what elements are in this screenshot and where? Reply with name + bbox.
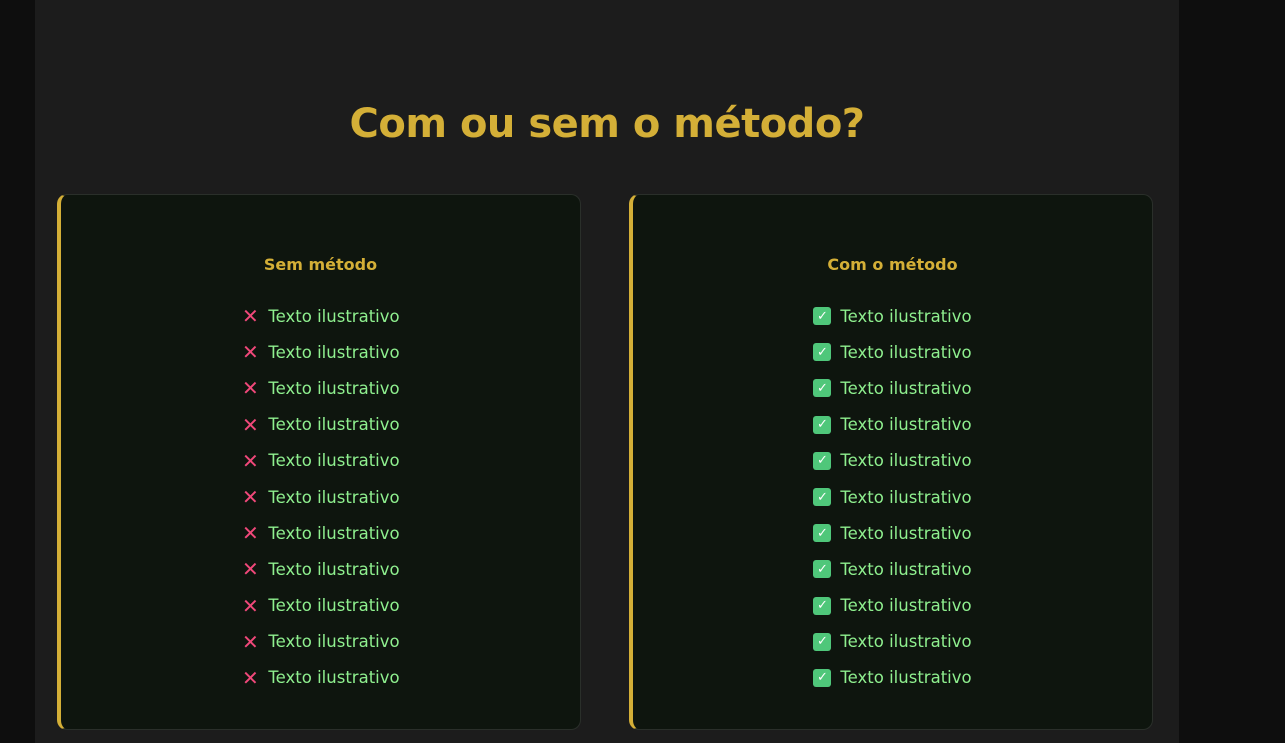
list-item: ✓ Texto ilustrativo xyxy=(633,334,1152,370)
list-item: ✓ Texto ilustrativo xyxy=(633,443,1152,479)
cross-icon: ✕ xyxy=(242,412,259,437)
list-item: ✕ Texto ilustrativo xyxy=(61,624,580,660)
item-list: ✓ Texto ilustrativo ✓ Texto ilustrativo ✓ Tex… xyxy=(633,298,1152,696)
card-heading: Com o método xyxy=(827,255,958,274)
list-item: ✕ Texto ilustrativo xyxy=(61,407,580,443)
check-icon: ✓ xyxy=(813,307,832,326)
check-icon: ✓ xyxy=(813,379,832,398)
check-icon: ✓ xyxy=(813,343,832,362)
list-item: ✕ Texto ilustrativo xyxy=(61,479,580,515)
cross-icon: ✕ xyxy=(242,629,259,654)
cross-icon: ✕ xyxy=(242,304,259,329)
item-text: Texto ilustrativo xyxy=(268,451,400,471)
item-text: Texto ilustrativo xyxy=(840,523,972,543)
item-text: Texto ilustrativo xyxy=(268,596,400,616)
check-icon: ✓ xyxy=(813,451,832,470)
item-list: ✕ Texto ilustrativo ✕ Texto ilustrativo ✕ Tex… xyxy=(61,298,580,696)
list-item: ✕ Texto ilustrativo xyxy=(61,334,580,370)
list-item: ✓ Texto ilustrativo xyxy=(633,588,1152,624)
item-text: Texto ilustrativo xyxy=(268,415,400,435)
item-text: Texto ilustrativo xyxy=(268,487,400,507)
list-item: ✓ Texto ilustrativo xyxy=(633,370,1152,406)
item-text: Texto ilustrativo xyxy=(840,559,972,579)
list-item: ✕ Texto ilustrativo xyxy=(61,515,580,551)
list-item: ✓ Texto ilustrativo xyxy=(633,515,1152,551)
card-heading: Sem método xyxy=(263,255,378,274)
list-item: ✕ Texto ilustrativo xyxy=(61,370,580,406)
list-item: ✓ Texto ilustrativo xyxy=(633,660,1152,696)
cross-icon: ✕ xyxy=(242,521,259,546)
item-text: Texto ilustrativo xyxy=(268,632,400,652)
item-text: Texto ilustrativo xyxy=(840,342,972,362)
check-icon: ✓ xyxy=(813,524,832,543)
list-item: ✕ Texto ilustrativo xyxy=(61,660,580,696)
item-text: Texto ilustrativo xyxy=(840,306,972,326)
check-icon: ✓ xyxy=(813,415,832,434)
item-text: Texto ilustrativo xyxy=(268,306,400,326)
content-section: Com ou sem o método? Sem método ✕ Texto i… xyxy=(35,0,1179,743)
item-text: Texto ilustrativo xyxy=(840,487,972,507)
list-item: ✓ Texto ilustrativo xyxy=(633,298,1152,334)
cross-icon: ✕ xyxy=(242,665,259,690)
cross-icon: ✕ xyxy=(242,593,259,618)
list-item: ✓ Texto ilustrativo xyxy=(633,407,1152,443)
check-icon: ✓ xyxy=(813,668,832,687)
check-icon: ✓ xyxy=(813,632,832,651)
check-icon: ✓ xyxy=(813,560,832,579)
cross-icon: ✕ xyxy=(242,448,259,473)
item-text: Texto ilustrativo xyxy=(268,378,400,398)
check-icon: ✓ xyxy=(813,596,832,615)
item-text: Texto ilustrativo xyxy=(268,342,400,362)
cross-icon: ✕ xyxy=(242,485,259,510)
list-item: ✓ Texto ilustrativo xyxy=(633,551,1152,587)
item-text: Texto ilustrativo xyxy=(268,559,400,579)
item-text: Texto ilustrativo xyxy=(840,451,972,471)
list-item: ✓ Texto ilustrativo xyxy=(633,624,1152,660)
item-text: Texto ilustrativo xyxy=(840,378,972,398)
check-icon: ✓ xyxy=(813,488,832,507)
list-item: ✓ Texto ilustrativo xyxy=(633,479,1152,515)
list-item: ✕ Texto ilustrativo xyxy=(61,588,580,624)
list-item: ✕ Texto ilustrativo xyxy=(61,551,580,587)
card-with-method: Com o método ✓ Texto ilustrativo ✓ Texto il… xyxy=(629,194,1153,730)
card-without-method: Sem método ✕ Texto ilustrativo ✕ Texto ilus… xyxy=(57,194,581,730)
item-text: Texto ilustrativo xyxy=(840,596,972,616)
list-item: ✕ Texto ilustrativo xyxy=(61,443,580,479)
list-item: ✕ Texto ilustrativo xyxy=(61,298,580,334)
page-title: Com ou sem o método? xyxy=(349,101,866,147)
cross-icon: ✕ xyxy=(242,340,259,365)
item-text: Texto ilustrativo xyxy=(840,632,972,652)
item-text: Texto ilustrativo xyxy=(268,668,400,688)
item-text: Texto ilustrativo xyxy=(268,523,400,543)
item-text: Texto ilustrativo xyxy=(840,415,972,435)
cross-icon: ✕ xyxy=(242,376,259,401)
cross-icon: ✕ xyxy=(242,557,259,582)
item-text: Texto ilustrativo xyxy=(840,668,972,688)
